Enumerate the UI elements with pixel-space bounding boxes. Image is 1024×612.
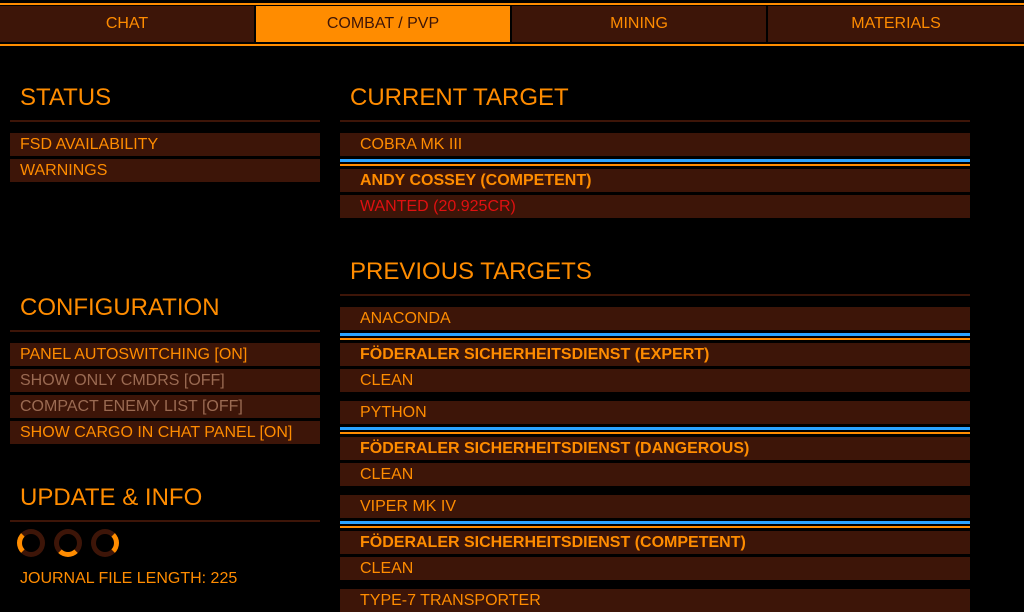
target-separator (340, 526, 970, 528)
previous-target-pilot: FÖDERALER SICHERHEITSDIENST (DANGEROUS) (340, 437, 970, 460)
previous-target-pilot: FÖDERALER SICHERHEITSDIENST (COMPETENT) (340, 531, 970, 554)
status-title: STATUS (20, 84, 112, 111)
previous-target-ship[interactable]: TYPE-7 TRANSPORTER (340, 589, 970, 612)
target-separator (340, 159, 970, 162)
show-cargo-toggle[interactable]: SHOW CARGO IN CHAT PANEL [ON] (10, 421, 320, 444)
target-separator (340, 432, 970, 434)
target-separator (340, 521, 970, 524)
previous-target-status: CLEAN (340, 557, 970, 580)
status-divider (10, 120, 320, 122)
configuration-title: CONFIGURATION (20, 294, 220, 321)
previous-target-status: CLEAN (340, 369, 970, 392)
previous-target-status: CLEAN (340, 463, 970, 486)
tab-bar-border (0, 44, 1024, 46)
loading-spinner-icon (91, 529, 119, 557)
configuration-divider (10, 330, 320, 332)
current-target-status: WANTED (20.925CR) (340, 195, 970, 218)
target-separator (340, 333, 970, 336)
target-separator (340, 427, 970, 430)
loading-spinner-icon (54, 529, 82, 557)
update-info-title: UPDATE & INFO (20, 484, 203, 511)
panel-autoswitching-toggle[interactable]: PANEL AUTOSWITCHING [ON] (10, 343, 320, 366)
compact-enemy-list-toggle[interactable]: COMPACT ENEMY LIST [OFF] (10, 395, 320, 418)
loading-spinner-icon (17, 529, 45, 557)
current-target-divider (340, 120, 970, 122)
current-target-ship: COBRA MK III (340, 133, 970, 156)
tab-combat-pvp[interactable]: COMBAT / PVP (256, 6, 510, 42)
tab-chat[interactable]: CHAT (0, 6, 254, 42)
target-separator (340, 164, 970, 166)
previous-targets-title: PREVIOUS TARGETS (350, 258, 592, 285)
previous-target-pilot: FÖDERALER SICHERHEITSDIENST (EXPERT) (340, 343, 970, 366)
target-separator (340, 338, 970, 340)
update-info-divider (10, 520, 320, 522)
previous-target-ship[interactable]: ANACONDA (340, 307, 970, 330)
journal-file-length: JOURNAL FILE LENGTH: 225 (20, 570, 238, 587)
current-target-title: CURRENT TARGET (350, 84, 569, 111)
fsd-availability-item[interactable]: FSD AVAILABILITY (10, 133, 320, 156)
tab-materials[interactable]: MATERIALS (768, 6, 1024, 42)
previous-target-ship[interactable]: VIPER MK IV (340, 495, 970, 518)
previous-target-ship[interactable]: PYTHON (340, 401, 970, 424)
tab-bar: CHAT COMBAT / PVP MINING MATERIALS (0, 6, 1024, 42)
tab-mining[interactable]: MINING (512, 6, 766, 42)
current-target-pilot: ANDY COSSEY (COMPETENT) (340, 169, 970, 192)
show-only-cmdrs-toggle[interactable]: SHOW ONLY CMDRS [OFF] (10, 369, 320, 392)
top-border (0, 3, 1024, 5)
previous-targets-divider (340, 294, 970, 296)
warnings-item[interactable]: WARNINGS (10, 159, 320, 182)
